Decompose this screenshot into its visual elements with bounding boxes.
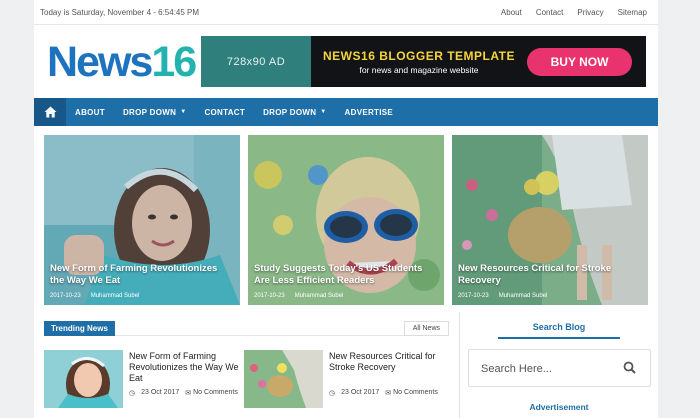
list-item[interactable]: New Resources Critical for Stroke Recove… xyxy=(244,350,440,410)
search-input[interactable] xyxy=(481,360,621,377)
header-ad-banner[interactable]: 728x90 AD NEWS16 BLOGGER TEMPLATE for ne… xyxy=(201,36,646,87)
top-link-contact[interactable]: Contact xyxy=(536,8,564,17)
post-title[interactable]: New Form of Farming Revolutionizes the W… xyxy=(129,351,240,384)
home-icon[interactable] xyxy=(34,98,66,126)
nav-item-dropdown-1[interactable]: DROP DOWN ▼ xyxy=(114,98,195,126)
list-item[interactable]: New Form of Farming Revolutionizes the W… xyxy=(44,350,240,410)
nav-item-label: ADVERTISE xyxy=(344,107,394,117)
logo-text-main: News xyxy=(47,38,153,86)
post-meta: ◷ 23 Oct 2017 ✉ No Comments xyxy=(129,389,238,397)
post-author[interactable]: Muhammad Subel xyxy=(499,293,548,299)
buy-now-button[interactable]: BUY NOW xyxy=(527,47,632,76)
featured-post[interactable]: Study Suggests Today's US Students Are L… xyxy=(248,135,444,305)
chevron-down-icon: ▼ xyxy=(180,109,187,115)
post-date: 2017-10-23 xyxy=(50,293,81,299)
top-link-sitemap[interactable]: Sitemap xyxy=(618,8,647,17)
nav-item-label: DROP DOWN xyxy=(122,107,177,117)
ad-headline: NEWS16 BLOGGER TEMPLATE xyxy=(323,48,515,63)
top-link-about[interactable]: About xyxy=(501,8,522,17)
date-time: Today is Saturday, November 4 - 6:54:45 … xyxy=(40,8,200,17)
trending-label: Trending News xyxy=(44,321,115,336)
nav-item-label: DROP DOWN xyxy=(263,107,317,117)
post-thumbnail[interactable] xyxy=(244,350,323,408)
post-date: 23 Oct 2017 xyxy=(341,389,380,396)
ad-size-label: 728x90 AD xyxy=(201,36,311,87)
nav-item-about[interactable]: ABOUT xyxy=(66,98,114,126)
site-logo[interactable]: News16 xyxy=(47,37,197,87)
post-comments[interactable]: No Comments xyxy=(393,389,438,397)
featured-title[interactable]: New Form of Farming Revolutionizes the W… xyxy=(50,263,234,287)
top-links: About Contact Privacy Sitemap xyxy=(501,8,647,17)
title-underline xyxy=(498,337,620,339)
featured-meta: 2017-10-23 Muhammad Subel xyxy=(458,293,547,299)
featured-post[interactable]: New Resources Critical for Stroke Recove… xyxy=(452,135,648,305)
top-link-privacy[interactable]: Privacy xyxy=(577,8,603,17)
post-author[interactable]: Muhammad Subel xyxy=(91,293,140,299)
nav-item-contact[interactable]: CONTACT xyxy=(195,98,254,126)
advertisement-title: Advertisement xyxy=(529,402,589,412)
search-blog-title: Search Blog xyxy=(532,322,586,332)
featured-meta: 2017-10-23 Muhammad Subel xyxy=(50,293,139,299)
post-thumbnail[interactable] xyxy=(44,350,123,408)
comment-icon: ✉ xyxy=(185,390,192,397)
post-title[interactable]: New Resources Critical for Stroke Recove… xyxy=(329,351,440,373)
top-bar: Today is Saturday, November 4 - 6:54:45 … xyxy=(34,0,658,25)
featured-post[interactable]: New Form of Farming Revolutionizes the W… xyxy=(44,135,240,305)
post-meta: ◷ 23 Oct 2017 ✉ No Comments xyxy=(329,389,438,397)
featured-title[interactable]: Study Suggests Today's US Students Are L… xyxy=(254,263,438,287)
nav-item-label: CONTACT xyxy=(204,107,246,117)
trending-header: Trending News All News xyxy=(44,321,449,337)
post-date: 2017-10-23 xyxy=(458,293,489,299)
logo-text-number: 16 xyxy=(151,38,197,86)
search-icon[interactable] xyxy=(623,361,636,374)
nav-item-advertise[interactable]: ADVERTISE xyxy=(336,98,403,126)
ad-subtext: for news and magazine website xyxy=(359,64,479,75)
post-author[interactable]: Muhammad Subel xyxy=(295,293,344,299)
nav-item-dropdown-2[interactable]: DROP DOWN ▼ xyxy=(254,98,335,126)
page: Today is Saturday, November 4 - 6:54:45 … xyxy=(34,0,658,418)
search-box[interactable] xyxy=(468,349,651,387)
clock-icon: ◷ xyxy=(329,390,336,397)
chevron-down-icon: ▼ xyxy=(320,109,327,115)
featured-meta: 2017-10-23 Muhammad Subel xyxy=(254,293,343,299)
featured-title[interactable]: New Resources Critical for Stroke Recove… xyxy=(458,263,642,287)
nav-item-label: ABOUT xyxy=(75,107,105,117)
all-news-button[interactable]: All News xyxy=(403,321,449,336)
post-date: 23 Oct 2017 xyxy=(141,389,180,396)
post-date: 2017-10-23 xyxy=(254,293,285,299)
comment-icon: ✉ xyxy=(385,390,392,397)
ad-text: NEWS16 BLOGGER TEMPLATE for news and mag… xyxy=(311,49,527,75)
main-nav: ABOUT DROP DOWN ▼ CONTACT DROP DOWN ▼ ADVE… xyxy=(34,98,658,126)
clock-icon: ◷ xyxy=(129,390,136,397)
sidebar: Search Blog Advertisement xyxy=(459,312,658,418)
post-comments[interactable]: No Comments xyxy=(193,389,238,397)
